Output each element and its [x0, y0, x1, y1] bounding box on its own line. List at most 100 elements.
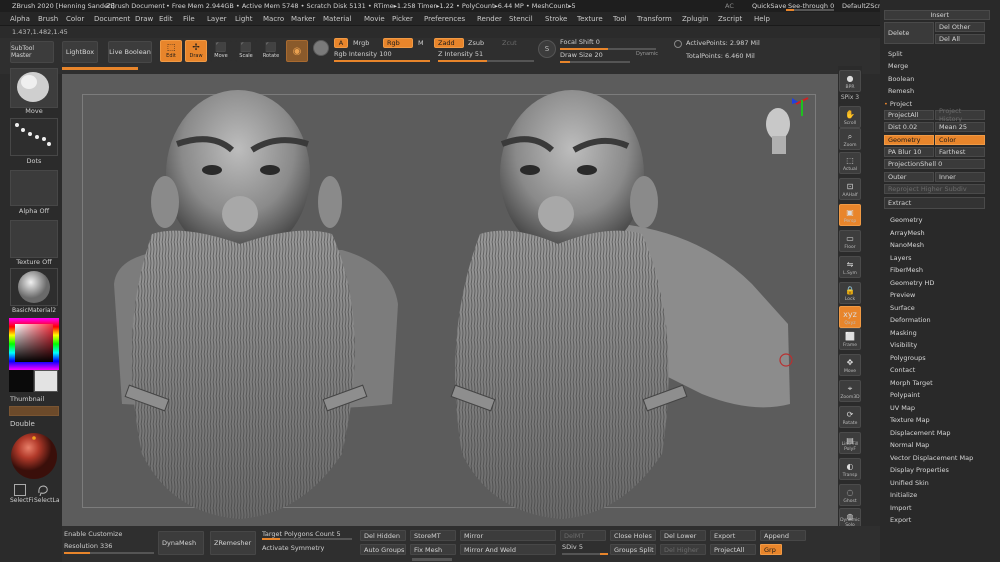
rotate-button[interactable]: ⟳ Rotate	[839, 406, 861, 428]
append-button[interactable]: Append	[760, 530, 806, 541]
subpalette-unified-skin[interactable]: Unified Skin	[890, 479, 929, 487]
project-history-button[interactable]: Project History	[935, 107, 985, 123]
frame-button[interactable]: ⬜ Frame	[839, 328, 861, 350]
boolean-section[interactable]: Boolean	[888, 75, 914, 83]
subpalette-initialize[interactable]: Initialize	[890, 491, 917, 499]
pa-blur-slider[interactable]: PA Blur 10	[884, 147, 934, 157]
zremesher-button[interactable]: ZRemesher	[210, 531, 256, 555]
actual-button[interactable]: ⬚ Actual	[839, 152, 861, 174]
del-other-button[interactable]: Del Other	[935, 22, 985, 32]
color-toggle[interactable]: Color	[935, 135, 985, 145]
menu-marker[interactable]: Marker	[291, 15, 315, 23]
geometry-toggle[interactable]: Geometry	[884, 135, 934, 145]
menu-edit[interactable]: Edit	[159, 15, 173, 23]
storemt-button[interactable]: StoreMT	[410, 530, 456, 541]
menu-transform[interactable]: Transform	[637, 15, 672, 23]
menu-light[interactable]: Light	[235, 15, 252, 23]
subpalette-geometry[interactable]: Geometry	[890, 216, 922, 224]
zoom-button[interactable]: ⌕ Zoom	[839, 128, 861, 150]
mean-slider[interactable]: Mean 25	[935, 122, 985, 132]
scroll-button[interactable]: ✋ Scroll	[839, 106, 861, 128]
aahalf-button[interactable]: ⊡ AAHalf	[839, 178, 861, 200]
mirror-button[interactable]: Mirror	[460, 530, 556, 541]
menu-stroke[interactable]: Stroke	[545, 15, 567, 23]
scale-mode-button[interactable]: ⬛ Scale	[235, 40, 257, 62]
extract-section[interactable]: Extract	[884, 197, 985, 209]
activate-symmetry-button[interactable]: Activate Symmetry	[262, 544, 324, 552]
outer-button[interactable]: Outer	[884, 172, 934, 182]
menu-file[interactable]: File	[183, 15, 195, 23]
subpalette-deformation[interactable]: Deformation	[890, 316, 931, 324]
persp-button[interactable]: ▣ Persp	[839, 204, 861, 226]
menu-preferences[interactable]: Preferences	[424, 15, 465, 23]
linefill-button[interactable]: ▤ Line Fill PolyF	[839, 432, 861, 454]
target-polygons-slider[interactable]: Target Polygons Count 5	[262, 530, 341, 538]
menu-texture[interactable]: Texture	[577, 15, 603, 23]
subpalette-visibility[interactable]: Visibility	[890, 341, 917, 349]
mirror-and-weld-button[interactable]: Mirror And Weld	[460, 544, 556, 555]
export-button[interactable]: Export	[710, 530, 756, 541]
menu-zscript[interactable]: Zscript	[718, 15, 742, 23]
subpalette-contact[interactable]: Contact	[890, 366, 915, 374]
inner-button[interactable]: Inner	[935, 172, 985, 182]
menu-material[interactable]: Material	[323, 15, 351, 23]
projection-shell-slider[interactable]: ProjectionShell 0	[884, 159, 985, 169]
subpalette-geometry-hd[interactable]: Geometry HD	[890, 279, 934, 287]
subpalette-polypaint[interactable]: Polypaint	[890, 391, 920, 399]
reproject-higher-subdiv-button[interactable]: Reproject Higher Subdiv	[884, 184, 985, 194]
ac-label[interactable]: AC	[725, 2, 734, 10]
double-toggle[interactable]: Double	[10, 420, 35, 428]
insert-button[interactable]: Insert	[884, 10, 990, 20]
dynamic-toggle[interactable]: Dynamic	[636, 51, 658, 57]
sdiv-slider[interactable]: SDiv 5	[562, 543, 608, 555]
subpalette-morph-target[interactable]: Morph Target	[890, 379, 933, 387]
color-picker[interactable]	[9, 318, 59, 370]
edit-mode-button[interactable]: ⬚ Edit	[160, 40, 182, 62]
resolution-slider[interactable]: Resolution 336	[64, 542, 154, 554]
z-intensity-slider[interactable]: Z Intensity 51	[438, 50, 534, 62]
menu-stencil[interactable]: Stencil	[509, 15, 533, 23]
floor-button[interactable]: ▭ Floor	[839, 230, 861, 252]
menu-macro[interactable]: Macro	[263, 15, 284, 23]
rotate-mode-button[interactable]: ⬛ Rotate	[260, 40, 282, 62]
zoom3d-button[interactable]: ⌖ Zoom3D	[839, 380, 861, 402]
lsym-button[interactable]: ⇋ L.Sym	[839, 256, 861, 278]
farthest-button[interactable]: Farthest	[935, 147, 985, 157]
bottom-scroll-handle[interactable]	[412, 558, 452, 561]
subtool-master-button[interactable]: SubTool Master	[10, 41, 54, 63]
del-lower-button[interactable]: Del Lower	[660, 530, 706, 541]
gizmo-button[interactable]: ◉	[286, 40, 308, 62]
subpalette-masking[interactable]: Masking	[890, 329, 917, 337]
xyz-button[interactable]: xyz Qxyz	[839, 306, 861, 328]
subpalette-texture-map[interactable]: Texture Map	[890, 416, 930, 424]
menu-zplugin[interactable]: Zplugin	[682, 15, 708, 23]
lock-button[interactable]: 🔒 Lock	[839, 282, 861, 304]
quicksave-button[interactable]: QuickSave	[752, 2, 786, 10]
menu-document[interactable]: Document	[94, 15, 130, 23]
subpalette-fibermesh[interactable]: FiberMesh	[890, 266, 923, 274]
subpalette-displacement-map[interactable]: Displacement Map	[890, 429, 950, 437]
brush-thumbnail[interactable]	[10, 68, 58, 108]
subpalette-normal-map[interactable]: Normal Map	[890, 441, 929, 449]
draw-mode-button[interactable]: ✢ Draw	[185, 40, 207, 62]
auto-groups-button[interactable]: Auto Groups	[360, 544, 406, 555]
thumbnail-toggle[interactable]	[9, 406, 59, 416]
menu-color[interactable]: Color	[66, 15, 84, 23]
subpalette-preview[interactable]: Preview	[890, 291, 915, 299]
stroke-thumbnail[interactable]	[10, 118, 58, 156]
zadd-toggle[interactable]: Zadd	[434, 38, 464, 48]
zcut-toggle[interactable]: Zcut	[502, 39, 517, 47]
fix-mesh-button[interactable]: Fix Mesh	[410, 544, 456, 555]
merge-section[interactable]: Merge	[888, 62, 908, 70]
groups-split-button[interactable]: Groups Split	[610, 544, 656, 555]
move-mode-button[interactable]: ⬛ Move	[210, 40, 232, 62]
live-boolean-button[interactable]: Live Boolean	[108, 41, 152, 63]
projectall-bottom-button[interactable]: ProjectAll	[710, 544, 756, 555]
menu-picker[interactable]: Picker	[392, 15, 413, 23]
a-toggle[interactable]: A	[334, 38, 348, 48]
del-hidden-button[interactable]: Del Hidden	[360, 530, 406, 541]
draw-size-slider[interactable]: Draw Size 20	[560, 51, 630, 63]
subpalette-polygroups[interactable]: Polygroups	[890, 354, 926, 362]
material-thumbnail[interactable]	[10, 268, 58, 306]
dynamesh-button[interactable]: DynaMesh	[158, 531, 204, 555]
